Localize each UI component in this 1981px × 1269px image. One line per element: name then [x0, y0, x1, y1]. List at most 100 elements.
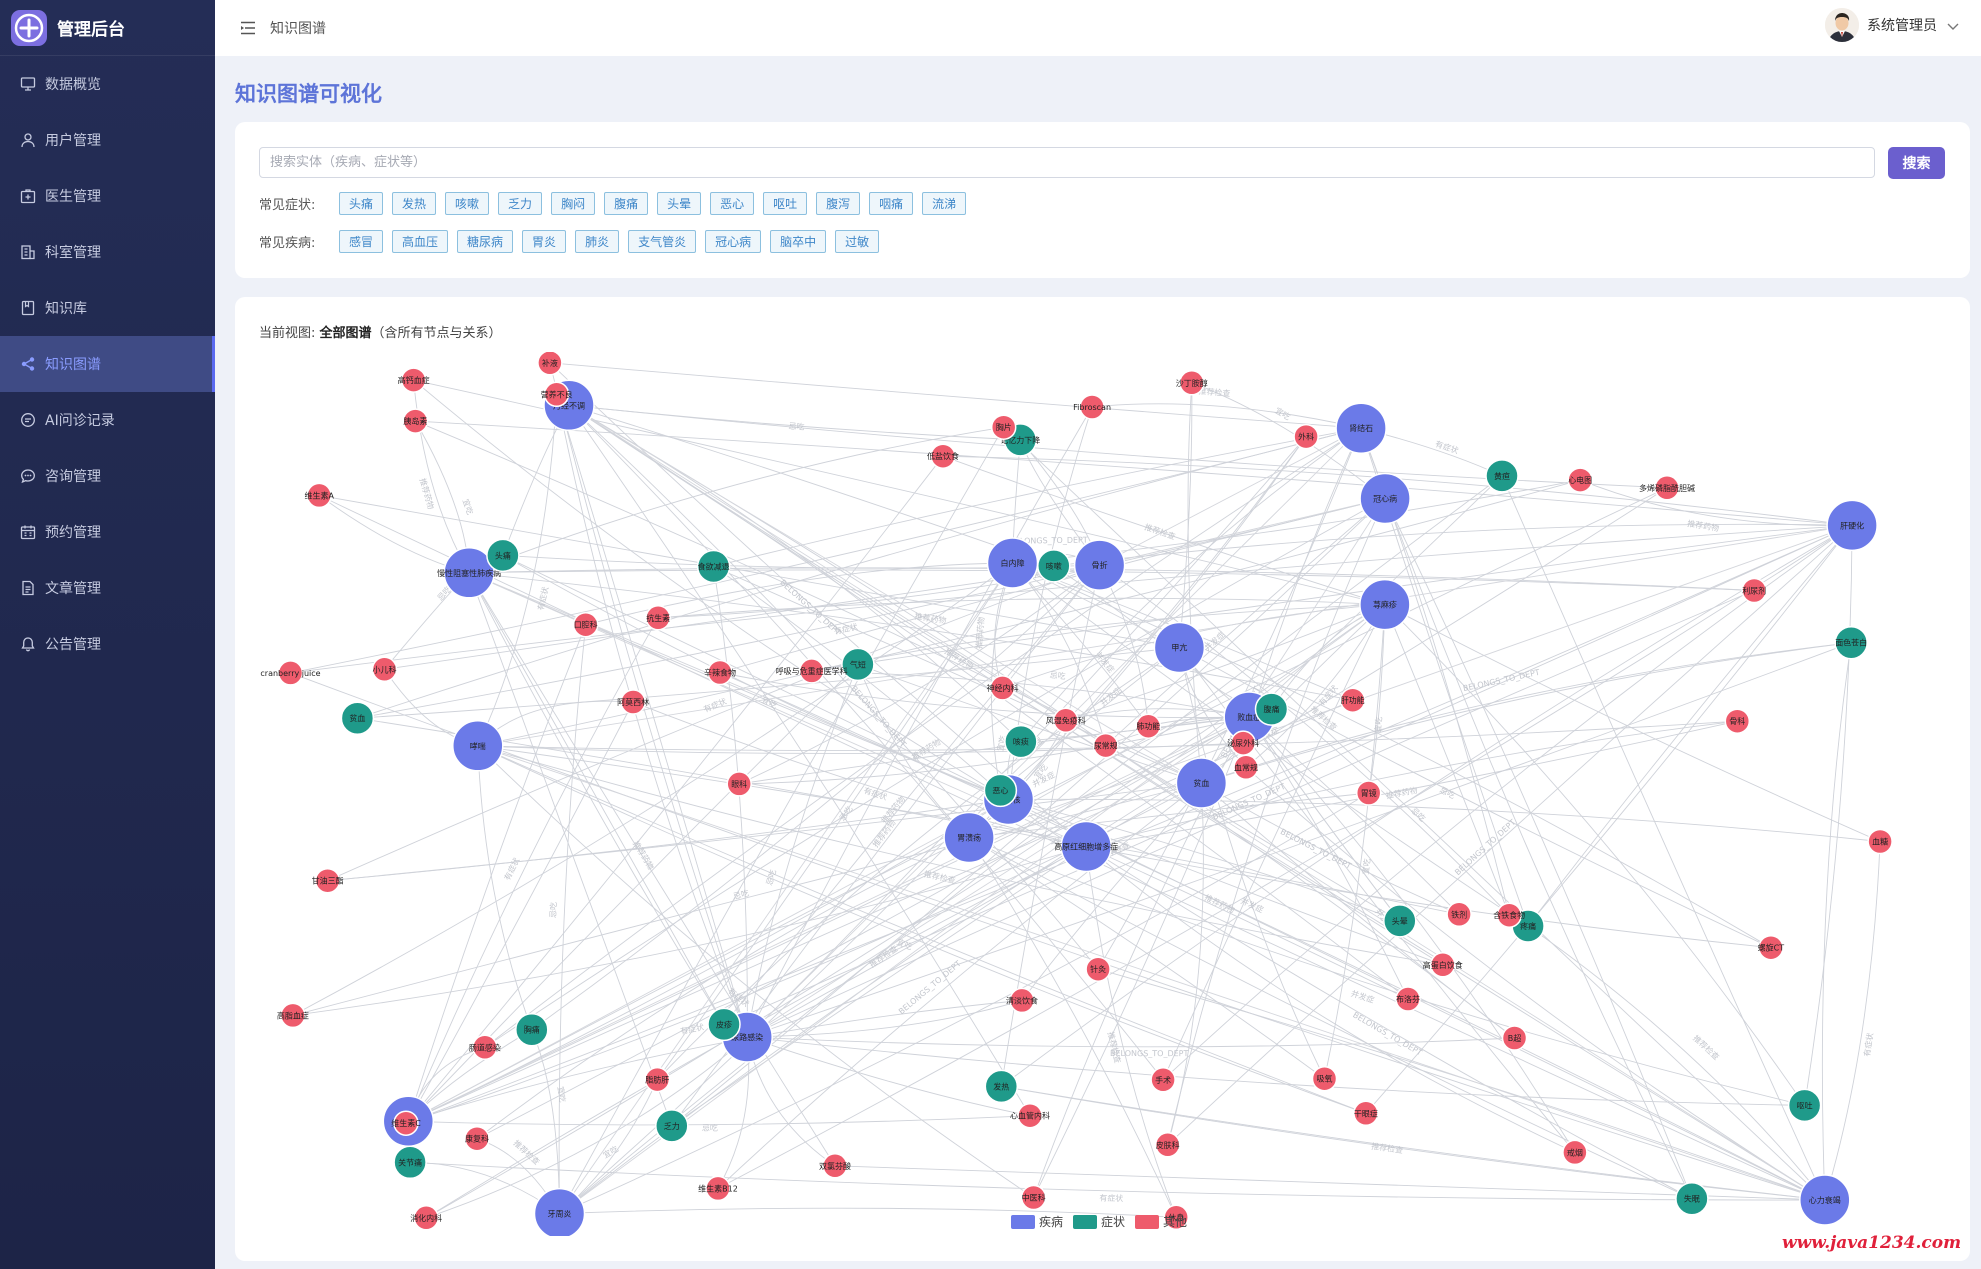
graph-node-disease[interactable]: 甲亢	[1153, 621, 1206, 674]
symptom-tag[interactable]: 恶心	[710, 192, 755, 215]
graph-node-other[interactable]: 皮肤科	[1154, 1132, 1181, 1158]
graph-node-disease[interactable]: 冠心病	[1359, 472, 1411, 525]
graph-node-other[interactable]: 心电图	[1567, 467, 1593, 493]
sidebar-item-3[interactable]: 医生管理	[0, 168, 215, 224]
disease-tag[interactable]: 支气管炎	[628, 230, 697, 253]
graph-node-other[interactable]: 心血管内科	[1010, 1102, 1050, 1129]
graph-node-other[interactable]: 铁剂	[1446, 901, 1472, 928]
symptom-tag[interactable]: 咽痛	[869, 192, 914, 215]
graph-node-symptom[interactable]: 食欲减退	[696, 549, 731, 584]
graph-node-other[interactable]: 利尿剂	[1741, 577, 1767, 604]
graph-node-other[interactable]: 康复科	[464, 1125, 490, 1152]
graph-node-disease[interactable]: 贫血	[1175, 757, 1228, 809]
graph-node-other[interactable]: 低盐饮食	[927, 443, 959, 469]
symptom-tag[interactable]: 流涕	[922, 192, 967, 215]
graph-node-other[interactable]: 多烯磷脂酰胆碱	[1639, 475, 1695, 501]
symptom-tag[interactable]: 乏力	[498, 192, 543, 215]
graph-node-symptom[interactable]: 发热	[984, 1069, 1019, 1104]
graph-node-other[interactable]: 眼科	[726, 771, 752, 797]
symptom-tag[interactable]: 呕吐	[763, 192, 808, 215]
disease-tag[interactable]: 肺炎	[575, 230, 620, 253]
graph-node-other[interactable]: 辛辣食物	[704, 659, 736, 686]
graph-node-symptom[interactable]: 呕吐	[1787, 1088, 1822, 1123]
graph-node-symptom[interactable]: 面色苍白	[1834, 625, 1868, 660]
graph-node-other[interactable]: 肺功能	[1135, 713, 1162, 739]
graph-node-disease[interactable]: 哮喘	[452, 720, 504, 772]
symptom-tag[interactable]: 腹痛	[604, 192, 649, 215]
graph-node-symptom[interactable]: 头晕	[1383, 904, 1417, 938]
graph-node-symptom[interactable]: 咳痰	[1004, 724, 1038, 759]
graph-node-other[interactable]: 维生素B12	[698, 1175, 738, 1202]
disease-tag[interactable]: 高血压	[392, 230, 449, 253]
graph-node-disease[interactable]: 肝硬化	[1826, 499, 1878, 552]
disease-tag[interactable]: 胃炎	[522, 230, 567, 253]
graph-node-symptom[interactable]: 胸痛	[515, 1012, 549, 1047]
graph-node-other[interactable]: 高脂血症	[277, 1002, 309, 1029]
graph-node-disease[interactable]: 心力衰竭	[1799, 1174, 1851, 1226]
sidebar-item-11[interactable]: 公告管理	[0, 616, 215, 672]
sidebar-item-8[interactable]: 咨询管理	[0, 448, 215, 504]
graph-node-other[interactable]: 呼吸与危重症医学科	[776, 658, 848, 684]
sidebar-item-1[interactable]: 数据概览	[0, 56, 215, 112]
graph-node-symptom[interactable]: 关节痛	[393, 1145, 427, 1180]
disease-tag[interactable]: 脑卒中	[770, 230, 827, 253]
graph-node-symptom[interactable]: 头痛	[486, 538, 520, 573]
graph-node-other[interactable]: 清淡饮食	[1006, 987, 1038, 1014]
menu-toggle-icon[interactable]	[240, 21, 256, 35]
graph-node-other[interactable]: 胰岛素	[402, 408, 429, 434]
disease-tag[interactable]: 过敏	[835, 230, 880, 253]
graph-node-symptom[interactable]: 失眠	[1675, 1181, 1709, 1216]
sidebar-item-7[interactable]: AI问诊记录	[0, 392, 215, 448]
graph-node-other[interactable]: cranberry juice	[260, 660, 321, 686]
graph-node-symptom[interactable]: 咳嗽	[1037, 549, 1071, 583]
knowledge-graph[interactable]: 宜吃忌吃有症状推荐药物BELONGS_TO_DEPT并发症推荐检查宜吃忌吃有症状…	[259, 352, 1945, 1236]
legend-item[interactable]: 疾病	[1011, 1213, 1063, 1230]
sidebar-item-4[interactable]: 科室管理	[0, 224, 215, 280]
graph-node-other[interactable]: 肝功能	[1339, 687, 1366, 713]
graph-node-symptom[interactable]: 腹痛	[1254, 692, 1289, 726]
symptom-tag[interactable]: 胸闷	[551, 192, 596, 215]
search-input[interactable]	[259, 147, 1875, 178]
graph-node-other[interactable]: 尿常规	[1092, 732, 1119, 759]
graph-node-symptom[interactable]: 乏力	[655, 1109, 689, 1143]
graph-node-other[interactable]: 针灸	[1085, 956, 1111, 982]
graph-node-other[interactable]: 干眼症	[1353, 1100, 1379, 1127]
symptom-tag[interactable]: 发热	[392, 192, 437, 215]
graph-node-disease[interactable]: 骨折	[1073, 539, 1126, 591]
sidebar-item-10[interactable]: 文章管理	[0, 560, 215, 616]
graph-node-symptom[interactable]: 贫血	[340, 701, 375, 735]
graph-node-other[interactable]: 骨科	[1724, 708, 1751, 734]
graph-node-other[interactable]: 中医科	[1020, 1184, 1047, 1211]
graph-node-disease[interactable]: 荨麻疹	[1359, 578, 1411, 631]
graph-node-other[interactable]: 甘油三酯	[312, 867, 344, 894]
symptom-tag[interactable]: 头痛	[339, 192, 384, 215]
graph-node-other[interactable]: B超	[1501, 1025, 1528, 1051]
graph-node-other[interactable]: 脂肪肝	[644, 1066, 671, 1093]
graph-node-other[interactable]: 高钙血症	[398, 367, 430, 393]
graph-node-symptom[interactable]: 黄疸	[1485, 459, 1519, 493]
disease-tag[interactable]: 感冒	[339, 230, 384, 253]
sidebar-item-5[interactable]: 知识库	[0, 280, 215, 336]
graph-node-other[interactable]: 布洛芬	[1395, 986, 1421, 1012]
graph-node-other[interactable]: Fibroscan	[1073, 394, 1111, 420]
sidebar-item-6[interactable]: 知识图谱	[0, 336, 215, 392]
symptom-tag[interactable]: 咳嗽	[445, 192, 490, 215]
graph-node-other[interactable]: 口腔科	[572, 611, 599, 638]
graph-node-other[interactable]: 胃镜	[1355, 780, 1382, 806]
graph-node-other[interactable]: 血糖	[1867, 828, 1893, 855]
graph-node-other[interactable]: 手术	[1150, 1067, 1176, 1093]
sidebar-item-9[interactable]: 预约管理	[0, 504, 215, 560]
legend-item[interactable]: 症状	[1073, 1213, 1125, 1230]
graph-node-symptom[interactable]: 恶心	[983, 773, 1018, 808]
graph-node-disease[interactable]: 胃溃疡	[943, 811, 995, 864]
graph-node-other[interactable]: 抗生素	[645, 605, 671, 631]
graph-node-other[interactable]: 戒烟	[1562, 1139, 1588, 1166]
graph-node-disease[interactable]: 肾结石	[1335, 402, 1387, 454]
symptom-tag[interactable]: 头晕	[657, 192, 702, 215]
graph-node-other[interactable]: 补液	[537, 352, 563, 376]
symptom-tag[interactable]: 腹泻	[816, 192, 861, 215]
graph-node-other[interactable]: 消化内科	[410, 1205, 442, 1231]
graph-node-other[interactable]: 维生素A	[304, 482, 334, 509]
graph-node-disease[interactable]: 白内障	[986, 537, 1039, 589]
graph-node-disease[interactable]: 牙周炎	[533, 1187, 586, 1236]
